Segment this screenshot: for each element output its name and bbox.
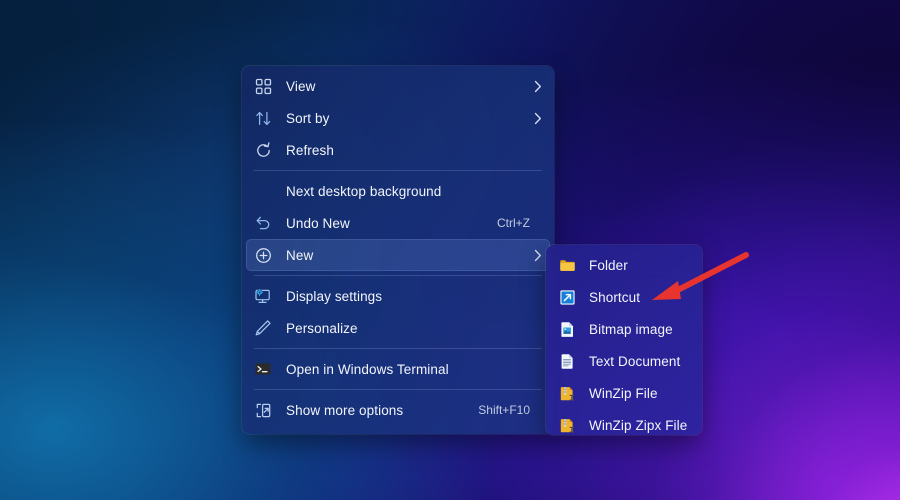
submenu-item-bitmap-image[interactable]: Bitmap image	[550, 313, 698, 345]
show-more-options-icon	[252, 399, 274, 421]
monitor-gear-icon	[252, 285, 274, 307]
chevron-right-icon	[530, 80, 542, 93]
bitmap-image-icon	[556, 318, 578, 340]
menu-item-personalize[interactable]: Personalize	[246, 312, 550, 344]
menu-item-undo-new[interactable]: Undo New Ctrl+Z	[246, 207, 550, 239]
menu-item-label: Refresh	[286, 142, 334, 158]
no-icon	[252, 180, 274, 202]
submenu-item-winzip-file[interactable]: WinZip File	[550, 377, 698, 409]
winzip-zipx-file-icon	[556, 414, 578, 435]
screen: View Sort by Refresh Next desktop backgr…	[0, 0, 900, 500]
menu-item-label: Display settings	[286, 288, 383, 304]
pen-icon	[252, 317, 274, 339]
menu-item-label: New	[286, 247, 314, 263]
menu-item-label: Personalize	[286, 320, 358, 336]
menu-separator	[254, 389, 542, 390]
submenu-item-shortcut[interactable]: Shortcut	[550, 281, 698, 313]
chevron-right-icon	[530, 112, 542, 125]
refresh-icon	[252, 139, 274, 161]
submenu-item-folder[interactable]: Folder	[550, 249, 698, 281]
menu-item-label: Show more options	[286, 402, 404, 418]
shortcut-icon	[556, 286, 578, 308]
menu-item-label: Sort by	[286, 110, 330, 126]
submenu-item-label: WinZip File	[589, 385, 658, 401]
folder-icon	[556, 254, 578, 276]
submenu-item-label: Text Document	[589, 353, 681, 369]
menu-item-new[interactable]: New	[246, 239, 550, 271]
sort-arrows-icon	[252, 107, 274, 129]
submenu-item-winzip-zipx-file[interactable]: WinZip Zipx File	[550, 409, 698, 435]
menu-item-sort-by[interactable]: Sort by	[246, 102, 550, 134]
submenu-item-label: Bitmap image	[589, 321, 673, 337]
menu-separator	[254, 170, 542, 171]
submenu-item-label: WinZip Zipx File	[589, 417, 688, 433]
plus-circle-icon	[252, 244, 274, 266]
menu-item-display-settings[interactable]: Display settings	[246, 280, 550, 312]
new-submenu[interactable]: Folder Shortcut Bitmap image Text Docume…	[546, 245, 702, 435]
menu-item-label: Open in Windows Terminal	[286, 361, 449, 377]
menu-separator	[254, 275, 542, 276]
text-document-icon	[556, 350, 578, 372]
grid-view-icon	[252, 75, 274, 97]
menu-item-label: Next desktop background	[286, 183, 442, 199]
menu-item-refresh[interactable]: Refresh	[246, 134, 550, 166]
menu-item-accelerator: Ctrl+Z	[497, 216, 530, 230]
submenu-item-text-document[interactable]: Text Document	[550, 345, 698, 377]
menu-item-view[interactable]: View	[246, 70, 550, 102]
menu-item-next-desktop-background[interactable]: Next desktop background	[246, 175, 550, 207]
submenu-item-label: Shortcut	[589, 289, 641, 305]
undo-icon	[252, 212, 274, 234]
menu-item-label: Undo New	[286, 215, 350, 231]
terminal-icon	[252, 358, 274, 380]
winzip-file-icon	[556, 382, 578, 404]
menu-item-label: View	[286, 78, 316, 94]
menu-item-open-in-windows-terminal[interactable]: Open in Windows Terminal	[246, 353, 550, 385]
menu-item-show-more-options[interactable]: Show more options Shift+F10	[246, 394, 550, 426]
submenu-item-label: Folder	[589, 257, 628, 273]
chevron-right-icon	[530, 249, 542, 262]
menu-separator	[254, 348, 542, 349]
menu-item-accelerator: Shift+F10	[478, 403, 530, 417]
desktop-context-menu[interactable]: View Sort by Refresh Next desktop backgr…	[242, 66, 554, 434]
